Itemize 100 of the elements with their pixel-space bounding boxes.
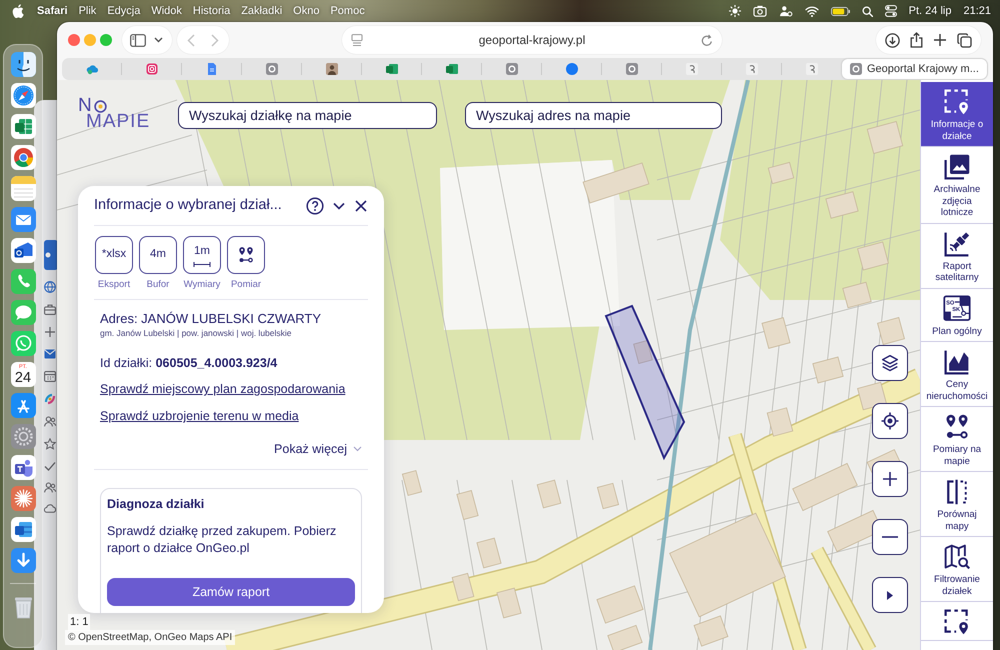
- sun-icon[interactable]: [728, 5, 741, 17]
- menu-item[interactable]: Historia: [192, 2, 230, 20]
- squiggle-icon: [746, 63, 758, 75]
- star-icon[interactable]: [44, 438, 56, 450]
- person-icon[interactable]: [778, 5, 793, 17]
- sidebar-button[interactable]: [122, 26, 172, 54]
- plus-icon: [882, 471, 898, 487]
- building-shape: [402, 470, 422, 496]
- sunburst-icon[interactable]: [10, 486, 36, 511]
- search-field[interactable]: Wyszukaj adres na mapie: [465, 102, 722, 129]
- layers-button[interactable]: [872, 345, 908, 381]
- spreadsheet-icon[interactable]: [10, 114, 36, 139]
- building-shape: [596, 482, 620, 510]
- logo-text: MAPIE: [85, 114, 150, 130]
- cloud-icon[interactable]: [44, 504, 56, 513]
- menu-item[interactable]: Zakładki: [241, 2, 282, 20]
- admin-units-text: gm. Janów Lubelski | pow. janowski | woj. lubelskie: [99, 328, 293, 340]
- tool-button[interactable]: *xlsx: [95, 236, 133, 274]
- address-field[interactable]: geoportal-krajowy.pl: [342, 26, 722, 54]
- date-text[interactable]: Pt. 24 lip: [908, 2, 952, 20]
- apple-icon[interactable]: [12, 4, 24, 18]
- building-shape: [857, 242, 889, 270]
- spreadsheet-icon: [386, 63, 398, 75]
- phone-icon[interactable]: [10, 269, 36, 294]
- play-button[interactable]: [872, 577, 908, 613]
- chat-phone-icon[interactable]: [10, 331, 36, 356]
- swirl-icon[interactable]: [44, 393, 56, 405]
- plus-icon[interactable]: [933, 33, 947, 47]
- show-more-button[interactable]: Pokaż więcej: [274, 440, 362, 458]
- tool-label: Wymiary: [184, 278, 220, 292]
- document-icon[interactable]: [10, 517, 36, 542]
- envelope-icon[interactable]: [10, 207, 36, 232]
- help-icon[interactable]: [306, 196, 324, 214]
- menu-item[interactable]: Widok: [151, 2, 182, 20]
- building-shape: [877, 317, 905, 345]
- toggles-icon[interactable]: [884, 5, 897, 17]
- ruler-icon: [193, 262, 211, 267]
- dashed-frame-pin-icon: [943, 608, 971, 636]
- minus-icon: [882, 536, 898, 538]
- tile-icon[interactable]: [44, 240, 58, 270]
- text-link[interactable]: Sprawdź uzbrojenie terenu w media: [100, 407, 299, 426]
- building-shape: [766, 407, 794, 437]
- day-number: 24: [14, 371, 32, 386]
- plus-icon[interactable]: [44, 326, 56, 338]
- people-icon[interactable]: [10, 455, 36, 480]
- color-wheel-icon[interactable]: [10, 145, 36, 170]
- people-icon[interactable]: [44, 416, 56, 427]
- chevron-down-icon: [353, 446, 362, 452]
- menu-item[interactable]: Edycja: [107, 2, 140, 20]
- clock-text[interactable]: 21:21: [963, 2, 991, 20]
- panel-title: Informacje o wybranej dział...: [94, 196, 283, 215]
- reload-icon[interactable]: [701, 34, 713, 46]
- attribution-text: © OpenStreetMap, OnGeo Maps API: [65, 630, 236, 645]
- zoom-out-button[interactable]: [872, 519, 908, 555]
- app-menu[interactable]: Safari: [37, 2, 68, 20]
- share-icon[interactable]: [910, 32, 923, 48]
- tile-icon: [266, 63, 278, 75]
- locate-button[interactable]: [872, 403, 908, 439]
- battery-icon[interactable]: [830, 6, 850, 16]
- close-window-button[interactable]: [68, 34, 80, 46]
- sidebar-item[interactable]: Raport satelitarny: [921, 224, 993, 288]
- menu-item[interactable]: Plik: [78, 2, 96, 20]
- search-field[interactable]: Wyszukaj działkę na mapie: [178, 102, 437, 129]
- wifi-icon[interactable]: [804, 5, 819, 17]
- browser-tab[interactable]: Geoportal Krajowy m...: [842, 59, 987, 79]
- building-shape: [496, 588, 522, 618]
- calendar-icon[interactable]: [44, 370, 56, 382]
- squiggle-icon: [686, 63, 698, 75]
- avatar-icon: [326, 63, 338, 75]
- briefcase-icon[interactable]: [44, 304, 56, 315]
- cloud-icon: [86, 63, 98, 75]
- close-icon[interactable]: [354, 198, 368, 212]
- compass-icon[interactable]: [10, 83, 36, 108]
- layers-icon: [881, 354, 899, 372]
- pins-icon: [237, 246, 255, 264]
- smiling-face-icon[interactable]: [10, 52, 36, 77]
- order-report-button[interactable]: Zamów raport: [107, 578, 355, 606]
- text-link[interactable]: Sprawdź miejscowy plan zagospodarowania: [100, 380, 346, 398]
- mail-box-icon[interactable]: [10, 238, 36, 263]
- tabs-icon[interactable]: [957, 32, 972, 48]
- notepad-icon[interactable]: [10, 176, 36, 201]
- tile-icon: [626, 63, 638, 75]
- apps-icon[interactable]: [10, 393, 36, 418]
- tool-button[interactable]: 4m: [139, 236, 177, 274]
- tool-label: Bufor: [146, 278, 170, 292]
- check-icon[interactable]: [44, 461, 56, 471]
- building-shape: [476, 538, 502, 568]
- envelope-icon[interactable]: [44, 349, 56, 359]
- people-icon[interactable]: [44, 482, 56, 493]
- sidebar-item[interactable]: Informacje o działce: [921, 82, 993, 147]
- globe-icon[interactable]: [44, 281, 56, 293]
- circle-logo-icon: [566, 63, 578, 75]
- camera-icon[interactable]: [752, 5, 767, 17]
- zoom-in-button[interactable]: [872, 461, 908, 497]
- tool-button[interactable]: [227, 236, 265, 274]
- download-icon[interactable]: [885, 32, 900, 48]
- tool-button[interactable]: 1m: [183, 236, 221, 274]
- speech-bubble-icon[interactable]: [10, 300, 36, 325]
- search-icon[interactable]: [862, 6, 873, 16]
- tile-icon: [850, 63, 862, 75]
